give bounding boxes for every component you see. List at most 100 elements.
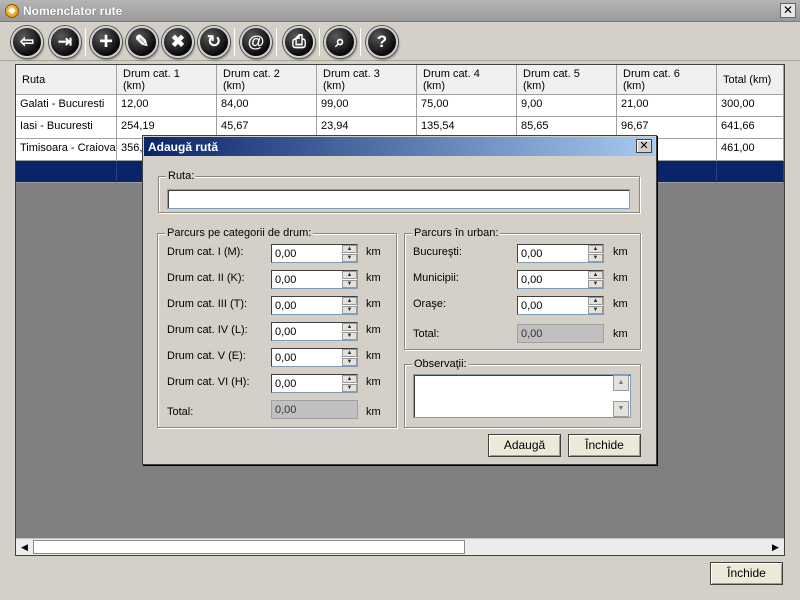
cell-total[interactable]: 461,00 [717, 139, 784, 161]
toolbar-separator [276, 28, 277, 56]
toolbar-separator [234, 28, 235, 56]
road-cat-5-label: Drum cat. V (E): [167, 350, 246, 362]
urban-towns-stepper[interactable]: 0,00 ▲ ▼ [517, 296, 604, 315]
road-cat-4-stepper[interactable]: 0,00 ▲ ▼ [271, 322, 358, 341]
cell-value[interactable]: 84,00 [217, 95, 317, 117]
stepper-up-icon[interactable]: ▲ [342, 375, 357, 383]
cell-value[interactable]: 75,00 [417, 95, 517, 117]
road-cat-6-stepper[interactable]: 0,00 ▲ ▼ [271, 374, 358, 393]
route-input[interactable] [167, 189, 630, 209]
road-cat-2-label: Drum cat. II (K): [167, 272, 245, 284]
road-categories-legend: Parcurs pe categorii de drum: [165, 227, 314, 239]
stepper-down-icon[interactable]: ▼ [588, 280, 603, 288]
notes-textarea[interactable]: ▲ ▼ [413, 374, 631, 418]
cell-total[interactable]: 300,00 [717, 95, 784, 117]
road-cat-1-unit: km [366, 246, 381, 258]
road-cat-1-label: Drum cat. I (M): [167, 246, 244, 258]
route-label: Ruta: [166, 170, 197, 182]
urban-municipalities-stepper[interactable]: 0,00 ▲ ▼ [517, 270, 604, 289]
cell-value[interactable]: 21,00 [617, 95, 717, 117]
road-cat-3-stepper[interactable]: 0,00 ▲ ▼ [271, 296, 358, 315]
stepper-up-icon[interactable]: ▲ [588, 245, 603, 253]
scroll-right-icon[interactable]: ▶ [767, 539, 784, 555]
urban-total-value: 0,00 [517, 324, 604, 343]
stepper-down-icon[interactable]: ▼ [342, 358, 357, 366]
road-cat-1-stepper[interactable]: 0,00 ▲ ▼ [271, 244, 358, 263]
urban-municipalities-unit: km [613, 272, 628, 284]
scroll-up-icon[interactable]: ▲ [613, 375, 629, 391]
toolbar-separator [319, 28, 320, 56]
stepper-up-icon[interactable]: ▲ [342, 349, 357, 357]
stepper-down-icon[interactable]: ▼ [342, 384, 357, 392]
column-header[interactable]: Ruta [16, 65, 117, 95]
stepper-up-icon[interactable]: ▲ [342, 271, 357, 279]
stepper-up-icon[interactable]: ▲ [588, 271, 603, 279]
help-icon[interactable]: ? [366, 26, 398, 58]
column-header[interactable]: Drum cat. 6 (km) [617, 65, 717, 95]
urban-bucharest-unit: km [613, 246, 628, 258]
stepper-up-icon[interactable]: ▲ [342, 245, 357, 253]
cell-route[interactable] [16, 161, 117, 183]
stepper-down-icon[interactable]: ▼ [342, 306, 357, 314]
print-icon[interactable]: ⎙ [283, 26, 315, 58]
column-header[interactable]: Drum cat. 5 (km) [517, 65, 617, 95]
window-titlebar: ❖ Nomenclator rute ✕ [0, 0, 800, 22]
stepper-down-icon[interactable]: ▼ [588, 254, 603, 262]
urban-bucharest-stepper[interactable]: 0,00 ▲ ▼ [517, 244, 604, 263]
scroll-left-icon[interactable]: ◀ [16, 539, 33, 555]
stepper-up-icon[interactable]: ▲ [342, 323, 357, 331]
cell-route[interactable]: Timisoara - Craiova [16, 139, 117, 161]
stepper-down-icon[interactable]: ▼ [342, 332, 357, 340]
road-cat-4-unit: km [366, 324, 381, 336]
stepper-down-icon[interactable]: ▼ [342, 280, 357, 288]
road-cat-2-stepper[interactable]: 0,00 ▲ ▼ [271, 270, 358, 289]
toolbar-separator [85, 28, 86, 56]
stepper-up-icon[interactable]: ▲ [588, 297, 603, 305]
urban-total-unit: km [613, 328, 628, 340]
column-header[interactable]: Drum cat. 1 (km) [117, 65, 217, 95]
road-cat-3-label: Drum cat. III (T): [167, 298, 248, 310]
add-icon[interactable]: + [90, 26, 122, 58]
scroll-down-icon[interactable]: ▼ [613, 401, 629, 417]
column-header[interactable]: Total (km) [717, 65, 784, 95]
stepper-down-icon[interactable]: ▼ [588, 306, 603, 314]
road-cat-4-label: Drum cat. IV (L): [167, 324, 248, 336]
refresh-icon[interactable]: ↻ [198, 26, 230, 58]
dialog-close-button[interactable]: ✕ [636, 139, 652, 153]
scrollbar-thumb[interactable] [33, 540, 465, 554]
stepper-down-icon[interactable]: ▼ [342, 254, 357, 262]
notes-scrollbar[interactable]: ▲ ▼ [613, 375, 630, 417]
dialog-title: Adaugă rută [148, 140, 219, 154]
toolbar-separator [360, 28, 361, 56]
cell-value[interactable]: 12,00 [117, 95, 217, 117]
cell-route[interactable]: Galati - Bucuresti [16, 95, 117, 117]
edit-icon[interactable]: ✎ [126, 26, 158, 58]
add-button[interactable]: Adaugă [488, 434, 561, 457]
column-header[interactable]: Drum cat. 2 (km) [217, 65, 317, 95]
cell-route[interactable]: Iasi - Bucuresti [16, 117, 117, 139]
cell-value[interactable]: 9,00 [517, 95, 617, 117]
exit-icon[interactable]: ⇥ [49, 26, 81, 58]
window-close-button[interactable]: ✕ [780, 3, 796, 18]
column-header[interactable]: Drum cat. 3 (km) [317, 65, 417, 95]
horizontal-scrollbar[interactable]: ◀ ▶ [16, 538, 784, 555]
road-cat-6-unit: km [366, 376, 381, 388]
cell-value[interactable]: 99,00 [317, 95, 417, 117]
urban-group: Parcurs în urban: Bucureşti: 0,00 ▲ ▼ km M… [404, 227, 641, 350]
email-icon[interactable]: @ [240, 26, 272, 58]
close-button[interactable]: Închide [710, 562, 783, 585]
delete-icon[interactable]: ✖ [162, 26, 194, 58]
column-header[interactable]: Drum cat. 4 (km) [417, 65, 517, 95]
cell-total[interactable]: 641,66 [717, 117, 784, 139]
road-cat-5-stepper[interactable]: 0,00 ▲ ▼ [271, 348, 358, 367]
stepper-up-icon[interactable]: ▲ [342, 297, 357, 305]
search-icon[interactable]: ⌕ [324, 26, 356, 58]
urban-legend: Parcurs în urban: [412, 227, 501, 239]
dialog-cancel-button[interactable]: Închide [568, 434, 641, 457]
table-row[interactable]: Galati - Bucuresti 12,00 84,00 99,00 75,… [16, 95, 784, 117]
add-route-dialog: Adaugă rută ✕ Ruta: Parcurs pe categorii… [142, 135, 657, 465]
urban-bucharest-label: Bucureşti: [413, 246, 462, 258]
cell-total[interactable] [717, 161, 784, 183]
road-cat-2-unit: km [366, 272, 381, 284]
back-icon[interactable]: ⇦ [11, 26, 43, 58]
